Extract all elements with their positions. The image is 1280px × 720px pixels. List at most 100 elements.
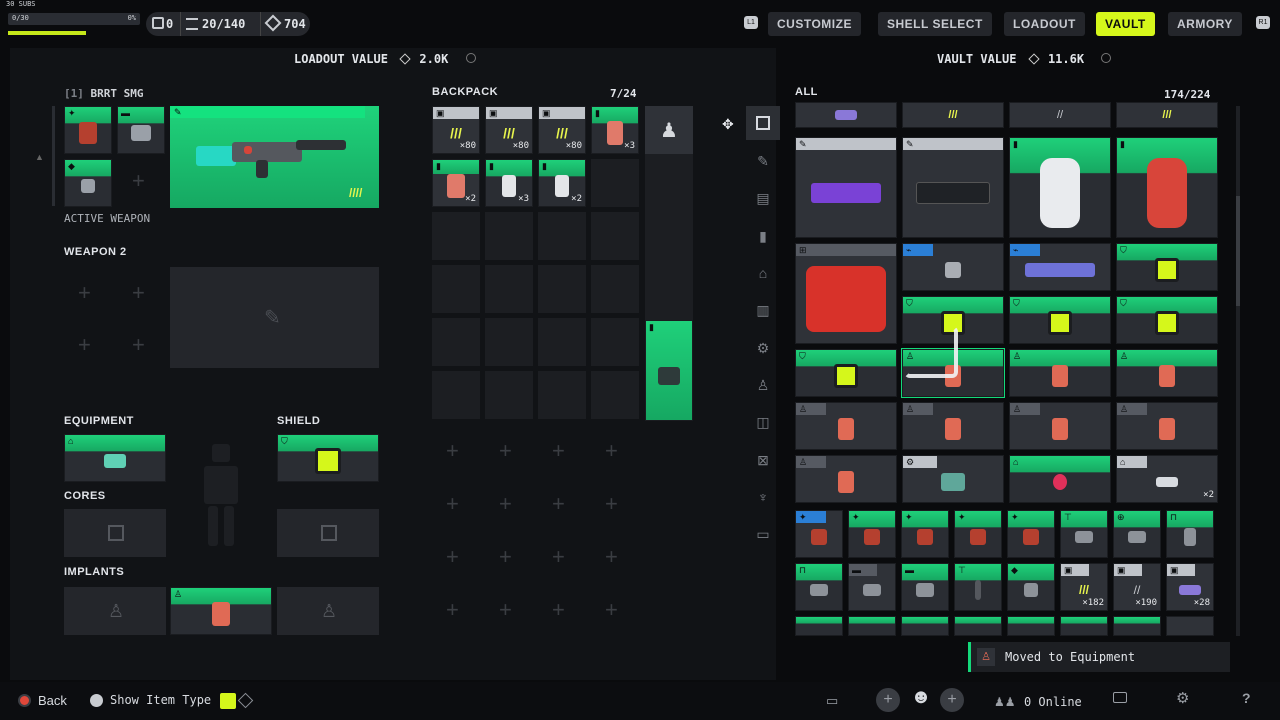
implant-slot[interactable]: ♙ [277,587,379,635]
backpack-empty-slot[interactable] [485,371,533,419]
backpack-empty-slot[interactable] [591,318,639,366]
vault-implant-item[interactable]: ♙ [1009,349,1111,397]
core-slot[interactable] [277,509,379,557]
vault-mod-item[interactable]: ⊕ [1113,510,1161,558]
vault-item[interactable]: /// [1116,102,1218,128]
core-slot[interactable] [64,509,166,557]
vault-mod-item[interactable] [1007,616,1055,636]
vault-implant-item[interactable]: ♙ [1116,349,1218,397]
filter-equipment-icon[interactable]: ⌂ [752,262,774,284]
vault-implant-item[interactable]: ♙ [902,402,1004,450]
vault-mod-item[interactable] [1166,616,1214,636]
vault-item[interactable]: ⌁ [902,243,1004,291]
vault-item[interactable]: ▮ [1009,137,1111,238]
weapon-mod-slot[interactable]: ✦ [64,106,112,154]
vault-mod-item[interactable]: ✦ [1007,510,1055,558]
backpack-item[interactable]: ▮ ×2 [538,159,586,207]
filter-shields-icon[interactable]: ◫ [752,411,774,433]
filter-keys-icon[interactable]: ♆ [752,486,774,508]
vault-ammo-item[interactable]: ▣ /// ×182 [1060,563,1108,611]
backpack-item[interactable]: ▣ /// ×80 [538,106,586,154]
vault-core-item[interactable]: ⚙ [902,455,1004,503]
vault-weapon-item[interactable]: ✎ [902,137,1004,238]
backpack-empty-slot[interactable] [432,318,480,366]
backpack-item[interactable]: ▣ /// ×80 [485,106,533,154]
vault-item[interactable]: /// [902,102,1004,128]
backpack-empty-slot[interactable] [538,212,586,260]
implant-slot[interactable]: ♙ [170,587,272,635]
backpack-empty-slot[interactable] [485,265,533,313]
weapon-mod-slot[interactable]: ▬ [117,106,165,154]
filter-all-button[interactable] [746,106,780,140]
vault-equipment-item[interactable]: ⌂ ×2 [1116,455,1218,503]
vault-weapon-item[interactable]: ✎ [795,137,897,238]
help-icon[interactable]: ? [1242,690,1251,706]
vault-item[interactable]: ⊞ [795,243,897,344]
backpack-empty-slot[interactable] [432,212,480,260]
backpack-empty-slot[interactable] [538,318,586,366]
backpack-empty-slot[interactable] [591,371,639,419]
scroll-up-icon[interactable]: ▲ [35,152,45,162]
empty-mod-slot[interactable]: + [132,282,145,304]
equipment-slot[interactable]: ⌂ [64,434,166,482]
vault-shield-item[interactable]: ⛉ [1116,296,1218,344]
vault-ammo-item[interactable]: ▣ ×28 [1166,563,1214,611]
backpack-empty-slot[interactable] [591,265,639,313]
vault-mod-item[interactable]: ▬ [848,563,896,611]
vault-mod-item[interactable] [901,616,949,636]
vault-item[interactable]: ⌁ [1009,243,1111,291]
online-status[interactable]: ♟♟ 0 Online [994,693,1082,711]
empty-mod-slot[interactable]: + [78,282,91,304]
filter-ammo-icon[interactable]: ▤ [752,187,774,209]
filter-salvage-icon[interactable]: ⊠ [752,449,774,471]
filter-implants-icon[interactable]: ♙ [752,374,774,396]
squad-add-left-button[interactable]: + [876,688,900,712]
empty-mod-slot[interactable]: + [132,334,145,356]
squad-add-right-button[interactable]: + [940,688,964,712]
backpack-empty-slot[interactable] [591,212,639,260]
backpack-empty-slot[interactable] [432,371,480,419]
vault-mod-item[interactable]: ✦ [954,510,1002,558]
vault-item[interactable]: ▮ [1116,137,1218,238]
body-slot[interactable]: ♟ [645,106,693,154]
filter-misc-icon[interactable]: ▭ [752,523,774,545]
vault-implant-item[interactable]: ♙ [1009,402,1111,450]
empty-mod-slot[interactable]: + [78,334,91,356]
vault-mod-item[interactable]: ⊓ [1166,510,1214,558]
vault-shield-item[interactable]: ⛉ [795,349,897,397]
vault-mod-item[interactable] [1060,616,1108,636]
vault-mod-item[interactable]: ⊓ [795,563,843,611]
weapon2-slot[interactable]: ✎ [170,267,379,368]
backpack-empty-slot[interactable] [538,265,586,313]
mail-icon[interactable] [1113,692,1127,703]
vault-mod-item[interactable] [1113,616,1161,636]
vault-mod-item[interactable]: ⊤ [1060,510,1108,558]
tab-shell-select[interactable]: SHELL SELECT [878,12,992,36]
backpack-equip-item[interactable]: ▮ [645,320,693,421]
vault-mod-item[interactable]: ▬ [901,563,949,611]
vault-implant-item[interactable]: ♙ [1116,402,1218,450]
vault-scrollbar[interactable] [1236,106,1240,636]
implant-slot[interactable]: ♙ [64,587,166,635]
backpack-empty-slot[interactable] [485,318,533,366]
vault-equipment-item[interactable]: ⌂ [1009,455,1111,503]
backpack-item[interactable]: ▮ ×3 [591,106,639,154]
vault-ammo-item[interactable]: ▣ // ×190 [1113,563,1161,611]
vault-mod-item[interactable] [795,616,843,636]
filter-consumables-icon[interactable]: ▮ [752,225,774,247]
filter-mods-icon[interactable]: ▥ [752,299,774,321]
shield-slot[interactable]: ⛉ [277,434,379,482]
backpack-item[interactable]: ▮ ×2 [432,159,480,207]
backpack-item[interactable]: ▮ ×3 [485,159,533,207]
active-weapon-card[interactable]: ✎ //// [170,106,379,208]
backpack-empty-slot[interactable] [591,159,639,207]
player-avatar[interactable]: ☻ [908,686,934,714]
vault-mod-item[interactable] [848,616,896,636]
tab-customize[interactable]: CUSTOMIZE [768,12,861,36]
vault-shield-item[interactable]: ⛉ [1009,296,1111,344]
scroll-track[interactable] [52,106,55,206]
vault-item[interactable] [795,102,897,128]
vault-mod-item[interactable]: ✦ [795,510,843,558]
vault-shield-item[interactable]: ⛉ [1116,243,1218,291]
filter-cores-icon[interactable]: ⚙ [752,337,774,359]
